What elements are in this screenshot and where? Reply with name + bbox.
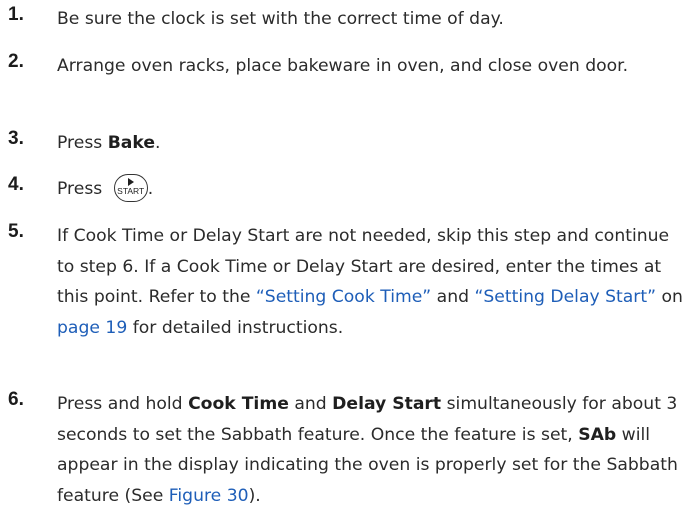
setting-cook-time-link[interactable]: “Setting Cook Time”: [256, 287, 431, 307]
step-text-part: on: [656, 287, 683, 307]
sab-display-code: SAb: [578, 424, 617, 445]
setting-delay-start-link[interactable]: “Setting Delay Start”: [474, 287, 656, 307]
delay-start-key-label: Delay Start: [332, 394, 442, 414]
step-text: Press START.: [57, 174, 687, 205]
step-number: 5.: [8, 221, 24, 242]
step-text-part: and: [288, 394, 333, 414]
step-text: Be sure the clock is set with the correc…: [57, 9, 504, 29]
start-button-label: START: [117, 186, 145, 196]
step-number: 6.: [8, 389, 24, 410]
step-text-suffix: .: [147, 179, 154, 199]
figure-30-link[interactable]: Figure 30: [169, 486, 249, 506]
step-text: If Cook Time or Delay Start are not need…: [57, 221, 687, 343]
step-text-prefix: Press: [57, 133, 108, 153]
step-number: 2.: [8, 51, 24, 72]
step-text: Press and hold Cook Time and Delay Start…: [57, 389, 687, 511]
step-text-part: for detailed instructions.: [127, 317, 344, 338]
play-icon: [128, 178, 135, 186]
step-number: 3.: [8, 128, 24, 149]
step-text-part: ).: [248, 485, 261, 506]
page-19-link[interactable]: page 19: [57, 318, 127, 338]
step-text: Press Bake.: [57, 128, 687, 159]
step-number: 4.: [8, 174, 24, 195]
start-button-icon: START: [113, 174, 148, 202]
step-text: Arrange oven racks, place bakeware in ov…: [57, 56, 629, 76]
bake-key-label: Bake: [107, 133, 156, 153]
cook-time-key-label: Cook Time: [188, 394, 289, 414]
step-text-part: and: [431, 287, 475, 307]
instruction-list: 1. Be sure the clock is set with the cor…: [0, 0, 693, 516]
step-text-part: Press and hold: [57, 394, 189, 414]
step-text-prefix: Press: [57, 179, 108, 199]
step-text-suffix: .: [155, 133, 161, 153]
step-number: 1.: [8, 4, 24, 25]
